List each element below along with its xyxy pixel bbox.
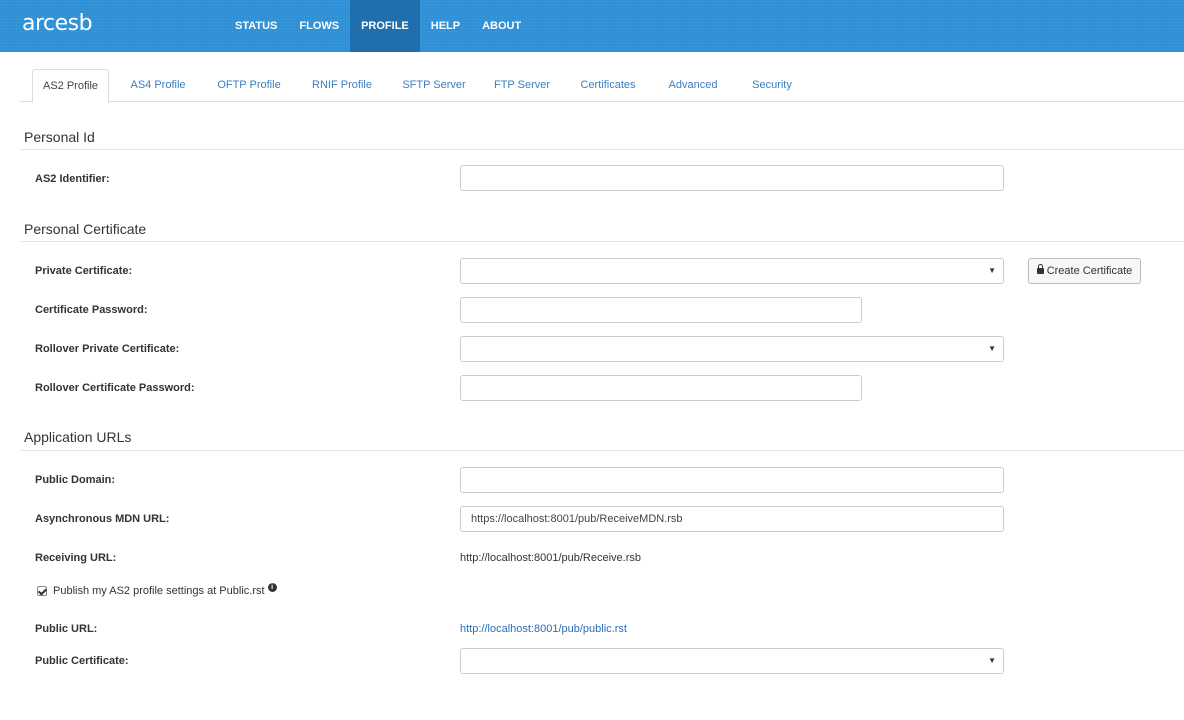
tab-security[interactable]: Security <box>742 69 802 102</box>
app-logo[interactable]: arcesb <box>22 11 93 36</box>
tab-advanced[interactable]: Advanced <box>658 69 728 102</box>
public-certificate-select[interactable]: ▼ <box>460 648 1004 674</box>
async-mdn-url-input[interactable]: https://localhost:8001/pub/ReceiveMDN.rs… <box>460 506 1004 532</box>
private-certificate-select[interactable]: ▼ <box>460 258 1004 284</box>
private-certificate-label: Private Certificate: <box>35 265 133 277</box>
nav-profile[interactable]: PROFILE <box>350 0 420 52</box>
tab-as4-profile[interactable]: AS4 Profile <box>118 69 198 102</box>
info-icon[interactable]: i <box>267 582 277 592</box>
certificate-password-label: Certificate Password: <box>35 304 148 316</box>
lock-icon <box>1036 264 1044 274</box>
tab-rnif-profile[interactable]: RNIF Profile <box>302 69 382 102</box>
receiving-url-label: Receiving URL: <box>35 552 117 564</box>
rollover-certificate-password-input[interactable] <box>460 375 862 401</box>
rollover-private-certificate-select[interactable]: ▼ <box>460 336 1004 362</box>
create-certificate-button[interactable]: Create Certificate <box>1028 258 1141 284</box>
public-url-label: Public URL: <box>35 623 98 635</box>
divider <box>20 149 1184 150</box>
publish-checkbox-row: Publish my AS2 profile settings at Publi… <box>37 582 277 597</box>
dropdown-arrow-icon: ▼ <box>988 656 996 665</box>
public-url-link[interactable]: http://localhost:8001/pub/public.rst <box>460 623 627 635</box>
nav-flows[interactable]: FLOWS <box>288 0 350 52</box>
dropdown-arrow-icon: ▼ <box>988 266 996 275</box>
profile-tabs: AS2 Profile AS4 Profile OFTP Profile RNI… <box>20 69 1184 103</box>
async-mdn-url-label: Asynchronous MDN URL: <box>35 513 170 525</box>
tab-ftp-server[interactable]: FTP Server <box>484 69 560 102</box>
tab-certificates[interactable]: Certificates <box>572 69 644 102</box>
publish-checkbox-label[interactable]: Publish my AS2 profile settings at Publi… <box>53 585 265 597</box>
tab-as2-profile[interactable]: AS2 Profile <box>32 69 109 103</box>
section-personal-certificate: Personal Certificate <box>24 221 147 237</box>
section-personal-id: Personal Id <box>24 129 95 145</box>
nav-help[interactable]: HELP <box>420 0 471 52</box>
publish-checkbox[interactable] <box>37 586 47 596</box>
top-bar: arcesb STATUS FLOWS PROFILE HELP ABOUT <box>0 0 1184 52</box>
create-certificate-label: Create Certificate <box>1046 265 1133 277</box>
public-domain-input[interactable] <box>460 467 1004 493</box>
rollover-private-certificate-label: Rollover Private Certificate: <box>35 343 180 355</box>
certificate-password-input[interactable] <box>460 297 862 323</box>
divider <box>20 241 1184 242</box>
as2-identifier-label: AS2 Identifier: <box>35 173 110 185</box>
section-application-urls: Application URLs <box>24 429 132 445</box>
as2-identifier-input[interactable] <box>460 165 1004 191</box>
nav-status[interactable]: STATUS <box>224 0 288 52</box>
rollover-certificate-password-label: Rollover Certificate Password: <box>35 382 195 394</box>
main-nav: STATUS FLOWS PROFILE HELP ABOUT <box>224 0 532 52</box>
public-domain-label: Public Domain: <box>35 474 116 486</box>
dropdown-arrow-icon: ▼ <box>988 344 996 353</box>
tab-sftp-server[interactable]: SFTP Server <box>394 69 474 102</box>
tab-oftp-profile[interactable]: OFTP Profile <box>208 69 290 102</box>
nav-about[interactable]: ABOUT <box>471 0 532 52</box>
receiving-url-value: http://localhost:8001/pub/Receive.rsb <box>460 552 642 564</box>
public-certificate-label: Public Certificate: <box>35 655 129 667</box>
divider <box>20 450 1184 451</box>
